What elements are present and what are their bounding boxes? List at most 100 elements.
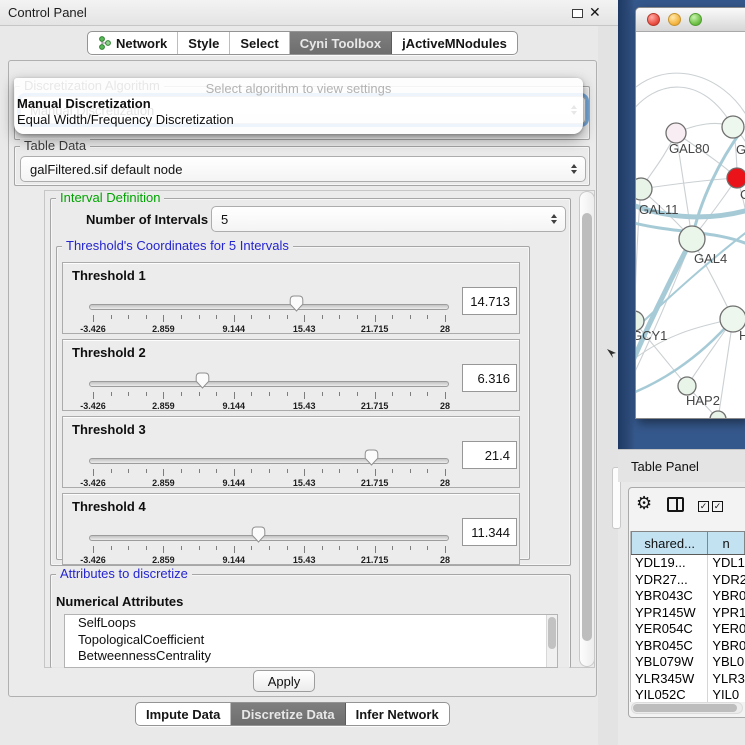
table-row[interactable]: YBR043CYBR0 <box>631 588 745 605</box>
tab-network[interactable]: Network <box>88 32 178 54</box>
threshold-value-box[interactable]: 11.344 <box>462 518 517 546</box>
close-icon[interactable]: ✕ <box>589 4 601 21</box>
network-node-gal80[interactable] <box>666 123 686 143</box>
checkbox-icon[interactable]: ✓ <box>712 501 723 512</box>
table-panel-title: Table Panel <box>631 459 699 474</box>
threshold-value-box[interactable]: 6.316 <box>462 364 517 392</box>
threshold-value-box[interactable]: 21.4 <box>462 441 517 469</box>
settings-vertical-scrollbar[interactable] <box>579 191 595 667</box>
numerical-attributes-list[interactable]: SelfLoopsTopologicalCoefficientBetweenne… <box>64 614 558 668</box>
tab-discretize-data[interactable]: Discretize Data <box>231 703 345 725</box>
combo-stepper-icon <box>551 214 557 224</box>
threshold-panel: Threshold 4 -3.4262.8599.14415.4321.7152… <box>62 493 520 565</box>
attributes-list-scrollbar[interactable] <box>546 615 557 667</box>
table-data-combo[interactable]: galFiltered.sif default node <box>20 156 586 182</box>
network-node-gal[interactable] <box>722 116 744 138</box>
thresholds-group-title: Threshold's Coordinates for 5 Intervals <box>62 239 293 253</box>
network-node-label: GAL <box>736 142 745 157</box>
threshold-label: Threshold 2 <box>72 345 146 360</box>
hscrollbar-thumb[interactable] <box>633 704 737 712</box>
table-row[interactable]: YDL19...YDL1 <box>631 555 745 572</box>
network-node-label: GAL80 <box>669 141 709 156</box>
network-node-label: GAL4 <box>694 251 727 266</box>
threshold-label: Threshold 1 <box>72 268 146 283</box>
checkbox-icon[interactable]: ✓ <box>698 501 709 512</box>
cell-name: YPR1 <box>708 605 745 622</box>
slider-track[interactable] <box>89 381 449 387</box>
network-icon <box>98 36 111 50</box>
slider-tick-labels: -3.4262.8599.14415.4321.71528 <box>93 555 445 565</box>
table-row[interactable]: YPR145WYPR1 <box>631 605 745 622</box>
attributes-group-title: Attributes to discretize <box>56 567 192 581</box>
cell-shared-name: YER054C <box>631 621 708 638</box>
network-node-label: HAP2 <box>686 393 720 408</box>
threshold-label: Threshold 3 <box>72 422 146 437</box>
table-row[interactable]: YBL079WYBL0 <box>631 654 745 671</box>
tab-style[interactable]: Style <box>178 32 230 54</box>
table-row[interactable]: YLR345WYLR3 <box>631 671 745 688</box>
cell-shared-name: YBL079W <box>631 654 708 671</box>
top-tab-bar: Network Style Select Cyni ToolboxjActiveMNo… <box>87 31 518 55</box>
network-node-gal11[interactable] <box>636 178 652 200</box>
cell-name: YER0 <box>708 621 745 638</box>
column-header-shared-name[interactable]: shared... <box>631 531 708 554</box>
tab-infer-network[interactable]: Infer Network <box>346 703 449 725</box>
tab-label: Discretize Data <box>241 707 334 722</box>
float-window-icon[interactable] <box>572 9 583 18</box>
table-row[interactable]: YIL052CYIL0 <box>631 687 745 702</box>
tab-impute-data[interactable]: Impute Data <box>136 703 231 725</box>
tab-select[interactable]: Select <box>230 32 289 54</box>
threshold-value-box[interactable]: 14.713 <box>462 287 517 315</box>
threshold-slider[interactable]: -3.4262.8599.14415.4321.71528 <box>89 370 449 412</box>
apply-button[interactable]: Apply <box>253 670 315 692</box>
slider-ticks <box>93 469 445 477</box>
attribute-item[interactable]: SelfLoops <box>65 615 557 632</box>
attribute-item[interactable]: BetweennessCentrality <box>65 648 557 665</box>
columns-icon[interactable] <box>667 497 684 512</box>
table-row[interactable]: YBR045CYBR0 <box>631 638 745 655</box>
threshold-slider[interactable]: -3.4262.8599.14415.4321.71528 <box>89 293 449 335</box>
threshold-slider[interactable]: -3.4262.8599.14415.4321.71528 <box>89 524 449 566</box>
slider-tick-labels: -3.4262.8599.14415.4321.71528 <box>93 478 445 488</box>
network-edge <box>641 178 737 189</box>
zoom-traffic-light-icon[interactable] <box>689 13 702 26</box>
slider-thumb[interactable] <box>289 295 304 312</box>
dropdown-option-manual[interactable]: Manual Discretization <box>17 96 151 111</box>
minimize-traffic-light-icon[interactable] <box>668 13 681 26</box>
gear-icon[interactable]: ⚙ <box>636 494 652 512</box>
attribute-items: SelfLoopsTopologicalCoefficientBetweenne… <box>65 615 557 665</box>
table-header-row: shared... n <box>631 531 745 555</box>
dropdown-option-equal-width[interactable]: Equal Width/Frequency Discretization <box>17 112 234 127</box>
network-node-c[interactable] <box>727 168 745 188</box>
column-header-name[interactable]: n <box>708 531 745 554</box>
tab-label: Impute Data <box>146 707 220 722</box>
network-canvas[interactable]: GAL80GALCGAL11GAL4GCY1HHAP2 <box>636 32 745 419</box>
tab-label: Select <box>240 36 278 51</box>
slider-thumb[interactable] <box>364 449 379 466</box>
tab-jactivemnodules[interactable]: jActiveMNodules <box>392 32 517 54</box>
slider-track[interactable] <box>89 535 449 541</box>
number-of-intervals-combo[interactable]: 5 <box>211 206 566 232</box>
cell-shared-name: YBR045C <box>631 638 708 655</box>
numerical-attributes-label: Numerical Attributes <box>56 594 183 609</box>
table-row[interactable]: YDR27...YDR2 <box>631 572 745 589</box>
threshold-slider[interactable]: -3.4262.8599.14415.4321.71528 <box>89 447 449 489</box>
attribute-item[interactable]: TopologicalCoefficient <box>65 632 557 649</box>
number-of-intervals-label: Number of Intervals <box>86 212 208 227</box>
tab-label: Style <box>188 36 219 51</box>
scrollbar-thumb[interactable] <box>582 213 592 641</box>
table-horizontal-scrollbar[interactable] <box>631 702 743 714</box>
slider-track[interactable] <box>89 458 449 464</box>
network-node-label: C <box>740 187 745 202</box>
tab-cyni-toolbox[interactable]: Cyni Toolbox <box>290 32 392 54</box>
cell-name: YBL0 <box>708 654 745 671</box>
network-node-gal4[interactable] <box>679 226 705 252</box>
slider-thumb[interactable] <box>251 526 266 543</box>
slider-thumb[interactable] <box>195 372 210 389</box>
threshold-label: Threshold 4 <box>72 499 146 514</box>
cell-shared-name: YDR27... <box>631 572 708 589</box>
close-traffic-light-icon[interactable] <box>647 13 660 26</box>
table-row[interactable]: YER054CYER0 <box>631 621 745 638</box>
slider-track[interactable] <box>89 304 449 310</box>
network-window-titlebar[interactable] <box>636 8 745 32</box>
